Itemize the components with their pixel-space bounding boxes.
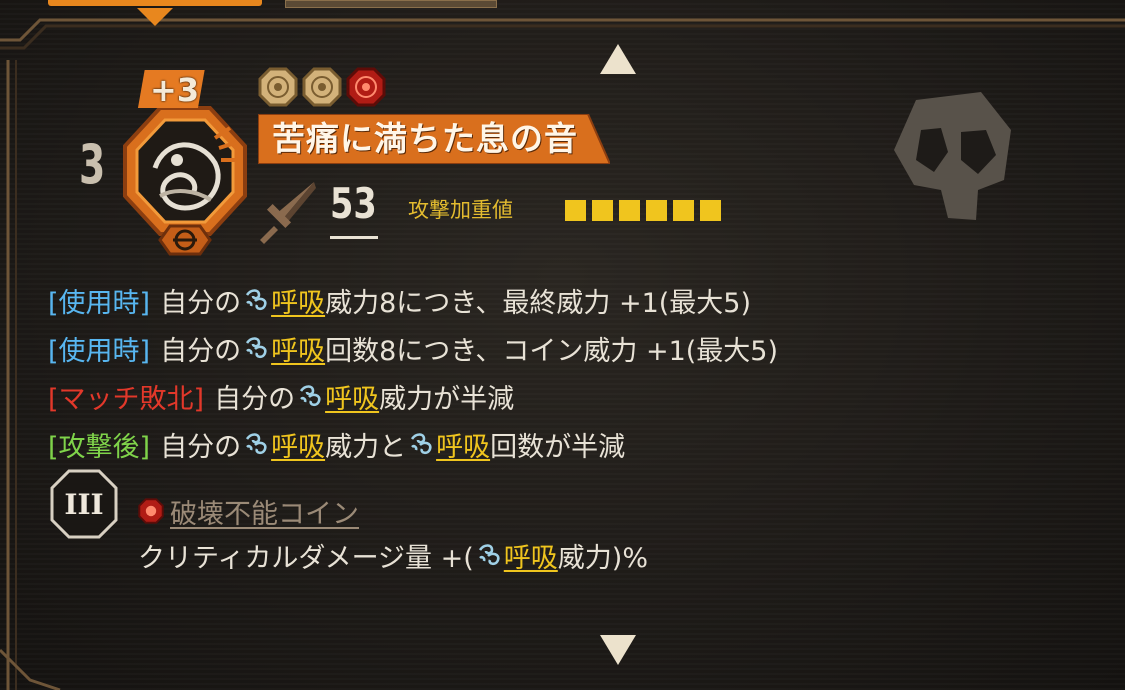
skill-level: 3 [79, 133, 106, 196]
secondary-tab[interactable] [285, 0, 497, 8]
effect-line: [マッチ敗北] 自分の 呼吸 威力が半減 [48, 372, 778, 420]
triangle-down-icon[interactable] [600, 635, 636, 665]
breath-keyword[interactable]: 呼吸 [271, 425, 325, 464]
skill-name: 苦痛に満ちた息の音 [272, 119, 578, 158]
triangle-up-icon[interactable] [600, 44, 636, 74]
effect-text: 自分の [160, 335, 242, 367]
effect-line: [使用時] 自分の 呼吸 回数8につき、コイン威力 +1(最大5) [48, 324, 778, 372]
coin-title-row: 破壊不能コイン [138, 488, 648, 534]
breath-icon [478, 544, 500, 566]
unbreakable-coin-label[interactable]: 破壊不能コイン [170, 492, 359, 531]
effect-line: [攻撃後] 自分の 呼吸 威力と 呼吸 回数が半減 [48, 420, 778, 468]
breath-keyword[interactable]: 呼吸 [504, 536, 558, 575]
pierce-sword-icon [260, 182, 316, 244]
effect-text: 自分の [160, 431, 242, 463]
coin-number-icon: III [50, 469, 118, 539]
effect-text: 自分の [160, 287, 242, 319]
coin-effect-post: 威力)% [557, 542, 648, 574]
effect-tag[interactable]: [使用時] [48, 281, 150, 320]
skill-power: 53 [330, 179, 377, 228]
effect-text: 回数が半減 [490, 431, 626, 463]
weight-square [673, 200, 694, 221]
coin-effect-pre: クリティカルダメージ量 +( [138, 542, 474, 574]
breath-icon [410, 433, 432, 455]
coin-row [258, 67, 386, 107]
coin-icon[interactable] [258, 67, 298, 107]
breath-keyword[interactable]: 呼吸 [271, 281, 325, 320]
weight-square [646, 200, 667, 221]
effect-tag[interactable]: [攻撃後] [48, 425, 150, 464]
attack-weight-label: 攻撃加重値 [408, 198, 513, 222]
effect-list: [使用時] 自分の 呼吸 威力8につき、最終威力 +1(最大5) [使用時] 自… [48, 276, 778, 468]
coin-effect-text: クリティカルダメージ量 +( 呼吸 威力)% [138, 534, 648, 576]
weight-square [565, 200, 586, 221]
breath-icon [245, 433, 267, 455]
coin-icon[interactable] [302, 67, 342, 107]
upgrade-badge: +3 [150, 71, 200, 109]
unbreakable-coin-icon [138, 498, 164, 524]
skull-icon [894, 92, 1011, 220]
breath-keyword[interactable]: 呼吸 [271, 329, 325, 368]
weight-square [619, 200, 640, 221]
active-tab-indicator[interactable] [48, 0, 262, 6]
effect-text: 自分の [214, 383, 296, 415]
breath-icon [245, 337, 267, 359]
power-underline [330, 236, 378, 239]
tab-arrow-icon [137, 8, 173, 26]
coin-effect-section: 破壊不能コイン クリティカルダメージ量 +( 呼吸 威力)% [138, 488, 648, 576]
breath-keyword[interactable]: 呼吸 [436, 425, 490, 464]
breath-icon [299, 385, 321, 407]
breath-icon [245, 289, 267, 311]
attack-weight-bar [565, 200, 721, 221]
effect-text: 回数8につき、コイン威力 +1(最大5) [325, 335, 778, 367]
weight-square [700, 200, 721, 221]
effect-text: 威力と [325, 431, 407, 463]
effect-tag[interactable]: [使用時] [48, 329, 150, 368]
effect-line: [使用時] 自分の 呼吸 威力8につき、最終威力 +1(最大5) [48, 276, 778, 324]
coin-numeral: III [64, 488, 103, 521]
effect-tag[interactable]: [マッチ敗北] [48, 377, 204, 416]
unbreakable-coin-icon[interactable] [346, 67, 386, 107]
weight-square [592, 200, 613, 221]
breath-keyword[interactable]: 呼吸 [325, 377, 379, 416]
effect-text: 威力が半減 [379, 383, 515, 415]
effect-text: 威力8につき、最終威力 +1(最大5) [325, 287, 751, 319]
